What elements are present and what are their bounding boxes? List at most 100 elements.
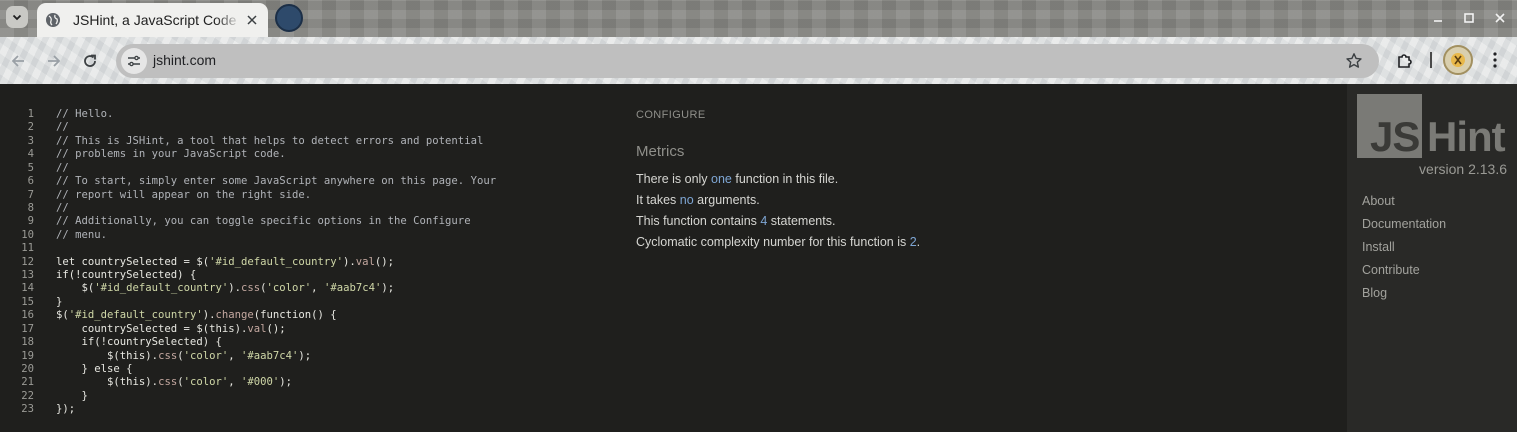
sidebar-link-install[interactable]: Install	[1362, 240, 1395, 254]
code-token: ).	[228, 282, 241, 295]
line-number: 6	[27, 175, 34, 188]
code-line[interactable]: 1 // Hello.	[0, 108, 620, 121]
line-number: 3	[27, 134, 34, 147]
sidebar-link-contribute[interactable]: Contribute	[1362, 263, 1420, 277]
code-token: change	[215, 309, 254, 322]
code-line[interactable]: 10 // menu.	[0, 229, 620, 242]
code-token: '#id_default_country'	[68, 309, 203, 322]
code-text: countrySelected = $(this).val();	[56, 323, 286, 336]
code-token: '#id_default_country'	[209, 255, 344, 268]
tab-title: JSHint, a JavaScript Code Quality Tool	[73, 12, 241, 28]
chevron-down-icon	[12, 14, 22, 21]
code-text: $(this).css('color', '#000');	[56, 376, 292, 389]
code-text: }	[56, 390, 88, 403]
reload-button[interactable]	[78, 49, 102, 73]
arrow-left-icon	[11, 55, 24, 67]
extensions-icon[interactable]	[1394, 49, 1416, 71]
code-line[interactable]: 13 if(!countrySelected) {	[0, 269, 620, 282]
code-token: css	[158, 349, 178, 362]
code-line[interactable]: 8 //	[0, 202, 620, 215]
code-line[interactable]: 6 // To start, simply enter some JavaScri…	[0, 175, 620, 188]
code-line[interactable]: 11	[0, 242, 620, 255]
new-tab-button[interactable]	[275, 4, 303, 32]
browser-tab-active[interactable]: JSHint, a JavaScript Code Quality Tool	[37, 3, 268, 37]
forward-button[interactable]	[42, 49, 66, 73]
code-line[interactable]: 15}	[0, 296, 620, 309]
code-text: let countrySelected = $('#id_default_cou…	[56, 256, 394, 269]
code-line[interactable]: 17 countrySelected = $(this).val();	[0, 323, 620, 336]
code-line[interactable]: 21 $(this).css('color', '#000');	[0, 376, 620, 389]
line-number: 19	[21, 349, 34, 362]
page-content: 1 // Hello. 2 // 3 // This is JSHint, a tool …	[0, 84, 1517, 432]
line-number: 15	[21, 295, 34, 308]
configure-menu[interactable]: Configure	[636, 109, 706, 121]
code-text: // To start, simply enter some JavaScrip…	[56, 175, 496, 188]
metric-cyclomatic: Cyclomatic complexity number for this fu…	[636, 235, 921, 249]
code-line[interactable]: 19 $(this).css('color', '#aab7c4');	[0, 350, 620, 363]
code-line[interactable]: 4 // problems in your JavaScript code.	[0, 148, 620, 161]
code-token: }	[56, 295, 63, 308]
line-number: 2	[27, 121, 34, 134]
site-info-button[interactable]	[121, 48, 147, 74]
code-line[interactable]: 14 $('#id_default_country').css('color',…	[0, 282, 620, 295]
code-line[interactable]: 22 }	[0, 390, 620, 403]
tune-icon	[128, 55, 140, 67]
code-token: css	[240, 282, 261, 295]
line-number: 13	[21, 269, 34, 282]
more-menu-icon[interactable]	[1484, 49, 1506, 71]
code-token: $(	[56, 309, 69, 322]
window-close-icon[interactable]	[1492, 10, 1508, 26]
code-token: }	[56, 389, 88, 402]
code-token: '#aab7c4'	[323, 282, 382, 295]
code-token: ).	[202, 309, 216, 322]
code-line[interactable]: 7 // report will appear on the right side…	[0, 189, 620, 202]
code-token: if(!countrySelected) {	[56, 336, 222, 349]
code-token: 'color'	[183, 376, 229, 389]
code-token: );	[298, 349, 312, 362]
jshint-logo[interactable]: JS Hint	[1357, 94, 1509, 158]
close-icon[interactable]	[244, 12, 260, 28]
code-line[interactable]: 20 } else {	[0, 363, 620, 376]
code-line[interactable]: 23});	[0, 403, 620, 416]
line-number: 18	[21, 336, 34, 349]
code-token: //	[56, 161, 69, 174]
sidebar-link-about[interactable]: About	[1362, 194, 1395, 208]
code-token: ,	[228, 349, 242, 362]
code-token: ();	[266, 322, 286, 335]
globe-icon	[45, 12, 61, 28]
code-token: '#id_default_country'	[94, 282, 229, 295]
address-bar[interactable]: jshint.com	[116, 44, 1379, 78]
sidebar-link-documentation[interactable]: Documentation	[1362, 217, 1446, 231]
metric-statements: This function contains 4 statements.	[636, 214, 836, 228]
code-line[interactable]: 5 //	[0, 162, 620, 175]
code-line[interactable]: 9 // Additionally, you can toggle specifi…	[0, 215, 620, 228]
code-line[interactable]: 3 // This is JSHint, a tool that helps to…	[0, 135, 620, 148]
code-token: 'color'	[266, 282, 312, 295]
maximize-icon[interactable]	[1461, 10, 1477, 26]
code-token: '#aab7c4'	[241, 349, 299, 362]
line-number: 7	[27, 188, 34, 201]
star-icon[interactable]	[1345, 52, 1363, 70]
back-button[interactable]	[6, 49, 30, 73]
toolbar-divider	[1430, 52, 1432, 68]
code-text: });	[56, 403, 75, 416]
code-line[interactable]: 16 $('#id_default_country').change(functi…	[0, 309, 620, 322]
metric-arguments: It takes no arguments.	[636, 193, 760, 207]
line-number: 14	[21, 282, 34, 295]
code-text: $('#id_default_country').change(function…	[56, 309, 337, 322]
url-text[interactable]: jshint.com	[153, 52, 216, 68]
code-line[interactable]: 18 if(!countrySelected) {	[0, 336, 620, 349]
sidebar-link-blog[interactable]: Blog	[1362, 286, 1387, 300]
code-line[interactable]: 2 //	[0, 121, 620, 134]
code-token: ,	[228, 376, 242, 389]
code-text: // Hello.	[56, 108, 113, 121]
code-token: ,	[311, 282, 324, 295]
code-text: //	[56, 162, 69, 175]
code-editor[interactable]: 1 // Hello. 2 // 3 // This is JSHint, a tool …	[0, 108, 620, 417]
profile-avatar[interactable]	[1443, 45, 1473, 75]
code-token: (function() {	[253, 309, 337, 322]
code-token: // This is JSHint, a tool that helps to …	[56, 134, 484, 147]
minimize-icon[interactable]	[1430, 10, 1446, 26]
code-line[interactable]: 12 let countrySelected = $('#id_default_c…	[0, 256, 620, 269]
tab-search-button[interactable]	[6, 6, 28, 28]
